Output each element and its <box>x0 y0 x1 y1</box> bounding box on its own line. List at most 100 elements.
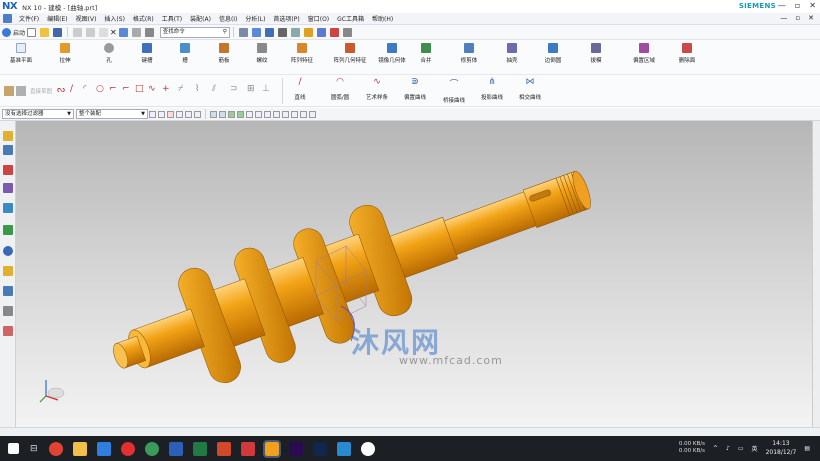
constraint-icon[interactable]: ⊥ <box>262 84 270 94</box>
pattern-curve-icon[interactable]: ⊞ <box>247 84 255 94</box>
snap-bounded-grid-icon[interactable] <box>282 110 289 118</box>
orient-view-icon[interactable] <box>251 27 261 37</box>
doc-minimize-button[interactable]: — <box>780 14 787 22</box>
web-browser-icon[interactable] <box>3 225 13 235</box>
crankshaft-model[interactable] <box>16 121 812 427</box>
snap-face-icon[interactable] <box>300 110 307 118</box>
snap-none-icon[interactable] <box>309 110 316 118</box>
photoshop-icon[interactable] <box>312 441 327 456</box>
general-selection-icon[interactable] <box>149 110 156 118</box>
shell-button[interactable]: 抽壳 <box>495 43 529 65</box>
type-filter-select[interactable]: 没有选择过滤器 ▼ <box>2 109 74 119</box>
copy-icon[interactable] <box>86 27 96 37</box>
menu-icon[interactable] <box>3 14 12 23</box>
mirror-body-button[interactable]: 镜像几何体 <box>372 43 412 65</box>
edge-blend-button[interactable]: 边倒圆 <box>536 43 570 65</box>
rectangle-tool-icon[interactable]: □ <box>135 84 144 94</box>
fillet-tool-icon[interactable]: ⌐ <box>109 84 117 94</box>
new-file-icon[interactable] <box>27 27 37 37</box>
snap-control-point-icon[interactable] <box>228 110 235 118</box>
select-all-icon[interactable] <box>158 110 165 118</box>
close-button[interactable]: ✕ <box>809 1 816 10</box>
role-icon[interactable] <box>3 326 13 336</box>
project-curve-button[interactable]: ⋔ 投影曲线 <box>477 77 507 101</box>
excel-icon[interactable] <box>192 441 207 456</box>
mail-icon[interactable] <box>336 441 351 456</box>
deselect-all-icon[interactable] <box>167 110 174 118</box>
delete-icon[interactable]: ✕ <box>110 28 117 37</box>
line-tool-icon[interactable]: ∕ <box>70 84 73 94</box>
feature-selection-icon[interactable] <box>176 110 183 118</box>
process-studio-icon[interactable] <box>3 286 13 296</box>
circle-tool-icon[interactable]: ○ <box>96 84 104 94</box>
network-icon[interactable]: ▭ <box>738 445 744 452</box>
command-search-input[interactable]: 查找命令 ⚲ <box>159 26 230 38</box>
face-selection-icon[interactable] <box>194 110 201 118</box>
menu-window[interactable]: 窗口(O) <box>304 14 333 23</box>
netease-music-icon[interactable] <box>120 441 135 456</box>
extrude-button[interactable]: 拉伸 <box>48 43 82 65</box>
snap-midpoint-icon[interactable] <box>219 110 226 118</box>
work-layer-icon[interactable] <box>290 27 300 37</box>
delete-face-button[interactable]: 删除面 <box>670 43 704 65</box>
manufacturing-wizard-icon[interactable] <box>3 306 13 316</box>
snap-quadrant-icon[interactable] <box>255 110 262 118</box>
rib-button[interactable]: 筋板 <box>207 43 241 65</box>
trim-body-button[interactable]: 修剪体 <box>452 43 486 65</box>
graphics-window[interactable]: 沐风网 www.mfcad.com <box>16 121 812 427</box>
slot-button[interactable]: 键槽 <box>130 43 164 65</box>
save-icon[interactable] <box>53 27 63 37</box>
assembly-navigator-icon[interactable] <box>3 145 13 155</box>
snap-intersection-icon[interactable] <box>237 110 244 118</box>
app-icon[interactable] <box>144 441 159 456</box>
repeat-command-icon[interactable] <box>144 27 154 37</box>
snap-icon[interactable] <box>303 27 313 37</box>
more-tools-icon[interactable] <box>342 27 352 37</box>
vertical-scrollbar[interactable] <box>812 121 820 427</box>
body-selection-icon[interactable] <box>185 110 192 118</box>
arc-circle-button[interactable]: ◠ 圆弧/圆 <box>325 77 355 101</box>
unite-button[interactable]: 合并 <box>409 43 443 65</box>
snap-tangent-icon[interactable] <box>291 110 298 118</box>
paste-icon[interactable] <box>99 27 109 37</box>
offset-curve-button[interactable]: ⋑ 偏置曲线 <box>400 77 430 101</box>
snap-point-on-curve-icon[interactable] <box>264 110 271 118</box>
intersection-curve-button[interactable]: ⋈ 相交曲线 <box>515 77 545 101</box>
menu-help[interactable]: 帮助(H) <box>368 14 397 23</box>
datum-plane-button[interactable]: 基准平面 <box>4 43 38 65</box>
search-icon[interactable]: ⚲ <box>223 28 227 37</box>
sketch-mode-dropdown[interactable]: 直接草图 <box>30 87 52 95</box>
snap-existing-point-icon[interactable] <box>273 110 280 118</box>
hd3d-tools-icon[interactable] <box>3 203 13 213</box>
draft-button[interactable]: 拔模 <box>579 43 613 65</box>
sketch-dropdown-icon[interactable] <box>16 86 26 96</box>
groove-button[interactable]: 槽 <box>168 43 202 65</box>
store-icon[interactable] <box>96 441 111 456</box>
selection-icon[interactable] <box>316 27 326 37</box>
offset-curve-icon[interactable]: ⊃ <box>230 84 238 94</box>
line-button[interactable]: ∕ 直线 <box>285 77 315 101</box>
bridge-curve-button[interactable]: ⌒ 桥接曲线 <box>439 77 469 104</box>
mirror-curve-icon[interactable]: ⫽ <box>212 84 216 94</box>
chamfer-tool-icon[interactable]: ⌐ <box>122 84 130 94</box>
offset-region-button[interactable]: 偏置区域 <box>627 43 661 65</box>
spline-tool-icon[interactable]: ∿ <box>148 84 156 94</box>
powerpoint-icon[interactable] <box>216 441 231 456</box>
chrome-icon[interactable] <box>48 441 63 456</box>
history-icon[interactable] <box>3 246 13 256</box>
reuse-library-icon[interactable] <box>3 183 13 193</box>
menu-insert[interactable]: 插入(S) <box>100 14 129 23</box>
measure-icon[interactable] <box>329 27 339 37</box>
volume-icon[interactable]: ♪ <box>726 445 730 452</box>
open-folder-icon[interactable] <box>40 27 50 37</box>
task-view-icon[interactable]: ⊟ <box>30 444 38 454</box>
menu-view[interactable]: 视图(V) <box>72 14 101 23</box>
menu-edit[interactable]: 编辑(E) <box>43 14 71 23</box>
cut-icon[interactable] <box>73 27 83 37</box>
extend-curve-icon[interactable]: ⌇ <box>195 84 199 94</box>
start-label[interactable]: 启动 <box>13 28 25 37</box>
doc-close-button[interactable]: ✕ <box>808 14 814 22</box>
point-tool-icon[interactable]: + <box>162 84 170 94</box>
pattern-feature-button[interactable]: 阵列特征 <box>285 43 319 65</box>
start-icon[interactable] <box>2 27 11 37</box>
